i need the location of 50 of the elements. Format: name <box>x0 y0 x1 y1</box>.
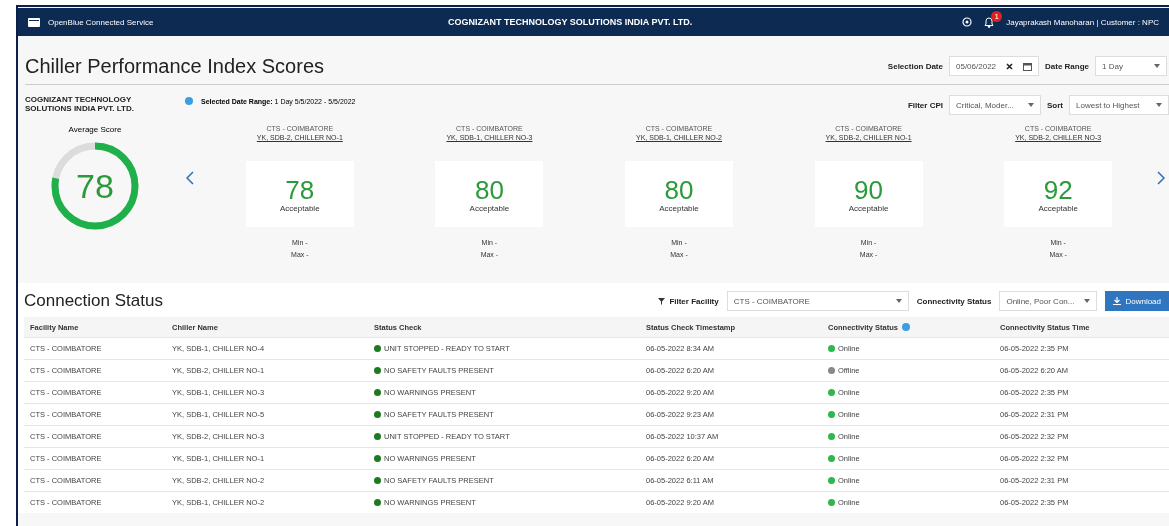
settings-icon[interactable] <box>962 17 973 27</box>
company-name: COGNIZANT TECHNOLOGY SOLUTIONS INDIA PVT. LTD. <box>25 95 135 113</box>
status-dot <box>374 389 381 396</box>
field-label: Date Range <box>1045 61 1089 71</box>
download-icon <box>1113 297 1122 305</box>
connectivity-dropdown[interactable]: Online, Poor Con... <box>999 291 1098 311</box>
download-button[interactable]: Download <box>1105 291 1169 311</box>
field-label: Filter Facility <box>669 296 719 306</box>
score-rating: Acceptable <box>469 203 510 213</box>
field-label: Sort <box>1047 100 1063 110</box>
status-dot <box>374 411 381 418</box>
date-range-dropdown[interactable]: 1 Day <box>1095 56 1167 76</box>
average-score-label: Average Score <box>68 125 122 134</box>
status-dot <box>374 367 381 374</box>
score-value: 80 <box>664 175 694 204</box>
field-label: Selection Date <box>887 61 943 71</box>
status-dot <box>374 499 381 506</box>
sort-dropdown[interactable]: Lowest to Highest <box>1069 95 1169 115</box>
score-value: 92 <box>1043 175 1073 204</box>
app-name: OpenBlue Connected Service <box>48 17 154 27</box>
info-icon[interactable] <box>902 323 910 331</box>
info-icon[interactable] <box>185 97 193 105</box>
score-rating: Acceptable <box>1038 203 1078 213</box>
filter-cpi-dropdown[interactable]: Critical, Moder... <box>949 95 1041 115</box>
field-label: Connectivity Status <box>916 296 992 306</box>
score-value: 78 <box>285 175 315 204</box>
calendar-icon[interactable] <box>1022 61 1032 71</box>
page-title: Chiller Performance Index Scores <box>25 54 325 78</box>
status-dot <box>374 433 381 440</box>
status-dot <box>374 345 381 352</box>
field-label: Filter CPI <box>907 100 943 110</box>
notification-badge: 1 <box>991 10 1003 22</box>
status-dot <box>374 455 381 462</box>
date-field[interactable]: 05/06/2022 <box>949 56 1039 76</box>
status-dot <box>374 477 381 484</box>
section-title: Connection Status <box>24 291 164 311</box>
user-menu[interactable]: Jayaprakash Manoharan | Customer : NPC <box>1006 17 1159 27</box>
score-value: 90 <box>854 175 884 204</box>
score-rating: Acceptable <box>659 203 699 213</box>
facility-dropdown[interactable]: CTS - COIMBATORE <box>726 291 909 311</box>
filter-icon <box>658 297 666 305</box>
notification-bell-icon[interactable] <box>984 16 995 28</box>
app-icon <box>28 17 40 27</box>
clear-icon[interactable] <box>1006 62 1013 70</box>
score-rating: Acceptable <box>848 203 889 213</box>
chevron-left-icon[interactable] <box>186 171 194 185</box>
score-value: 80 <box>474 175 504 204</box>
company-name: COGNIZANT TECHNOLOGY SOLUTIONS INDIA PVT. LTD. <box>448 17 694 27</box>
chevron-right-icon[interactable] <box>1157 171 1165 185</box>
score-rating: Acceptable <box>280 203 320 213</box>
